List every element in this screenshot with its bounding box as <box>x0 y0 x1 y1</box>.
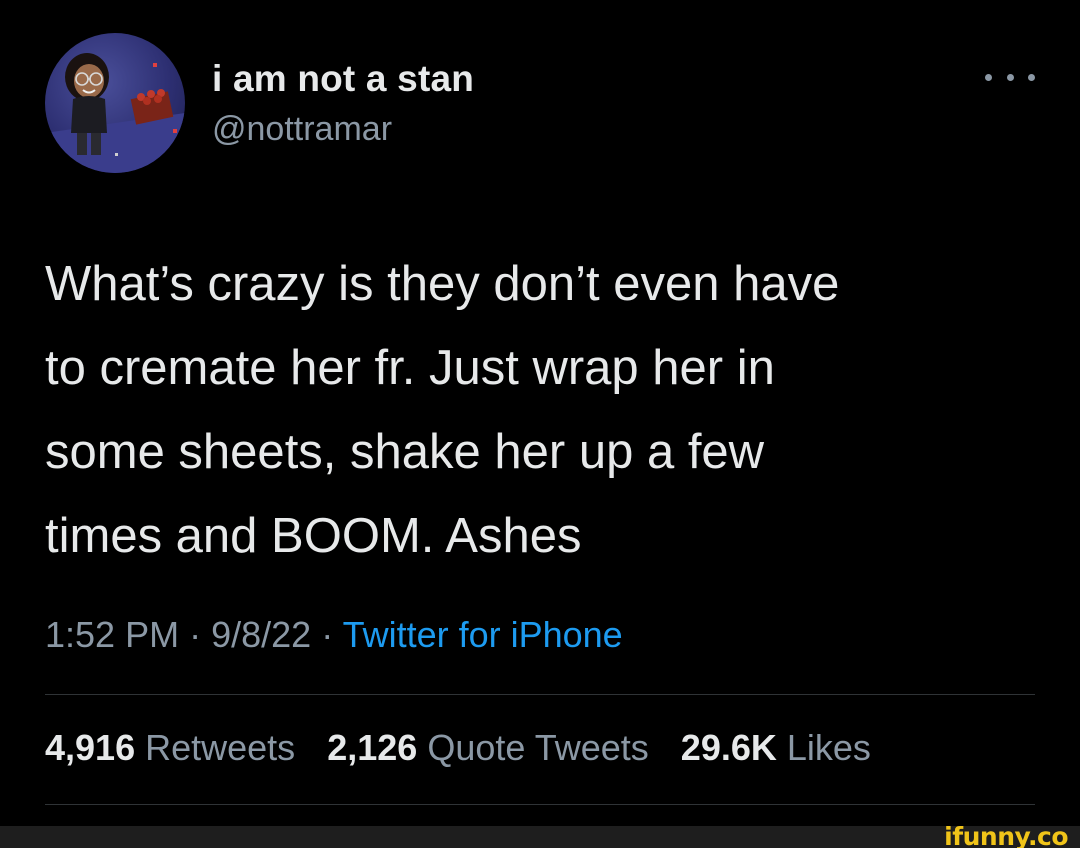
quote-tweets-stat[interactable]: 2,126 Quote Tweets <box>327 727 649 768</box>
tweet-text-line: some sheets, shake her up a few <box>45 425 765 479</box>
tweet-date[interactable]: 9/8/22 <box>211 614 311 655</box>
watermark-bar <box>0 826 1080 848</box>
more-dot-icon <box>1006 73 1014 81</box>
meta-separator: · <box>189 614 202 655</box>
more-dot-icon <box>985 73 992 81</box>
quote-tweets-label: Quote Tweets <box>427 727 649 768</box>
cartoon-avatar-icon <box>45 53 185 173</box>
tweet-text: What’s crazy is they don’t even have to … <box>45 242 1045 578</box>
retweets-label: Retweets <box>145 727 296 768</box>
display-name[interactable]: i am not a stan <box>212 58 474 100</box>
divider <box>45 804 1035 805</box>
avatar[interactable] <box>45 33 185 173</box>
likes-stat[interactable]: 29.6K Likes <box>681 727 871 768</box>
tweet-text-line: to cremate her fr. Just wrap her in <box>45 341 775 395</box>
tweet-text-line: times and BOOM. Ashes <box>45 509 582 563</box>
ifunny-watermark: ifunny.co <box>944 822 1068 848</box>
tweet-source-link[interactable]: Twitter for iPhone <box>343 614 623 655</box>
engagement-stats: 4,916 Retweets 2,126 Quote Tweets 29.6K … <box>45 727 893 769</box>
likes-count: 29.6K <box>680 727 777 768</box>
tweet-metadata: 1:52 PM · 9/8/22 · Twitter for iPhone <box>45 614 623 656</box>
more-dot-icon <box>1028 73 1035 81</box>
meta-separator: · <box>321 614 334 655</box>
retweets-count: 4,916 <box>45 727 136 768</box>
retweets-stat[interactable]: 4,916 Retweets <box>45 727 295 768</box>
tweet-text-line: What’s crazy is they don’t even have <box>45 257 840 311</box>
quote-tweets-count: 2,126 <box>327 727 418 768</box>
likes-label: Likes <box>786 727 871 768</box>
user-handle[interactable]: @nottramar <box>212 110 392 149</box>
divider <box>45 694 1035 695</box>
tweet-time[interactable]: 1:52 PM <box>45 614 179 655</box>
tweet-card: i am not a stan @nottramar What’s crazy … <box>0 0 1080 848</box>
more-options-button[interactable] <box>985 62 1035 92</box>
